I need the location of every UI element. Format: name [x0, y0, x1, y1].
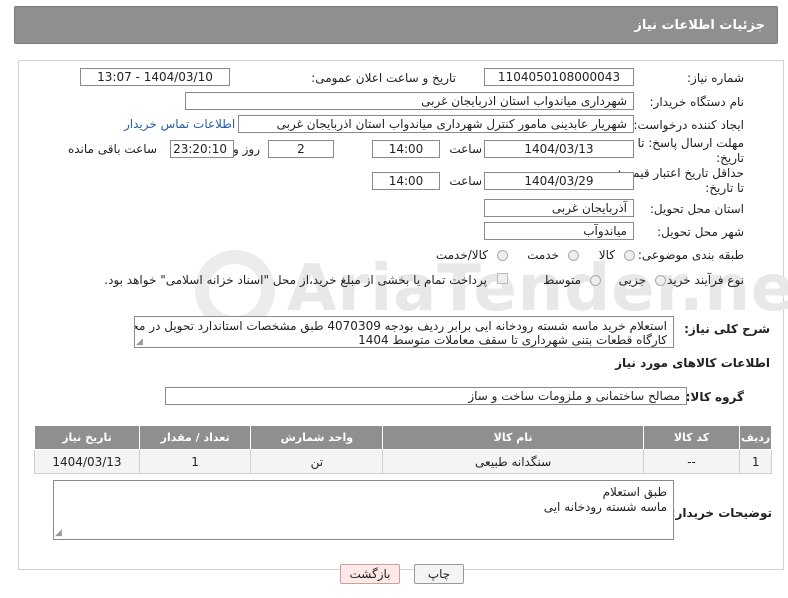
price-deadline-date: 1404/03/29: [484, 172, 634, 190]
notes-resize-grip-icon: ◢: [55, 528, 62, 538]
process-label: نوع فرآیند خرید :: [659, 273, 744, 287]
goods-info-title: اطلاعات کالاهای مورد نیاز: [615, 356, 770, 370]
reply-time-label: ساعت: [449, 142, 482, 156]
reply-deadline-label: مهلت ارسال پاسخ: تا تاریخ:: [637, 136, 744, 166]
col-name: نام کالا: [382, 425, 644, 450]
price-deadline-label: حداقل تاریخ اعتبار قیمت: تا تاریخ:: [617, 166, 744, 196]
delivery-city-label: شهر محل تحویل:: [657, 225, 744, 239]
reply-deadline-date: 1404/03/13: [484, 140, 634, 158]
col-unit: واحد شمارش: [250, 425, 384, 450]
category-radio-service[interactable]: [568, 250, 579, 261]
buyer-notes-line-2: ماسه شسته رودخانه ایی: [543, 500, 667, 514]
cell-date: 1404/03/13: [34, 449, 140, 474]
process-option-minor: جزیی: [618, 273, 646, 287]
cell-unit: تن: [250, 449, 384, 474]
treasury-payment-note: پرداخت تمام یا بخشی از مبلغ خرید،از محل …: [104, 273, 487, 287]
summary-label: شرح کلی نیاز:: [684, 322, 770, 336]
col-qty: تعداد / مقدار: [138, 425, 252, 450]
buyer-org-field: شهرداری میاندواب استان اذربایجان غربی: [185, 92, 634, 110]
need-number-field: 1104050108000043: [484, 68, 634, 86]
delivery-city-field: میاندوآب: [484, 222, 634, 240]
reply-remaining-label: ساعت باقی مانده: [67, 142, 157, 156]
announce-label: تاریخ و ساعت اعلان عمومی:: [311, 71, 456, 85]
reply-deadline-label-line1: مهلت ارسال پاسخ: تا: [637, 136, 744, 150]
col-code: کد کالا: [642, 425, 741, 450]
treasury-payment-checkbox[interactable]: [497, 273, 508, 284]
cell-row: 1: [739, 449, 772, 474]
buyer-notes-line-1: طبق استعلام: [602, 485, 667, 499]
buyer-org-label: نام دستگاه خریدار:: [649, 95, 745, 109]
category-radio-goods[interactable]: [624, 250, 635, 261]
col-row: ردیف: [739, 425, 772, 450]
creator-field: شهریار عابدینی مامور کنترل شهرداری میاند…: [238, 115, 634, 133]
reply-deadline-label-line2: تاریخ:: [716, 151, 744, 165]
reply-deadline-time: 14:00: [372, 140, 440, 158]
reply-remaining-field: 23:20:10: [170, 140, 234, 158]
back-button[interactable]: بازگشت: [340, 564, 400, 584]
process-radio-minor[interactable]: [655, 275, 666, 286]
price-deadline-label-line1: حداقل تاریخ اعتبار قیمت:: [617, 166, 744, 180]
summary-textarea: استعلام خرید ماسه شسته رودخانه ایی برابر…: [134, 316, 674, 348]
goods-table-header: ردیف کد کالا نام کالا واحد شمارش تعداد /…: [34, 425, 772, 450]
process-radio-medium[interactable]: [590, 275, 601, 286]
watermark-text: AriaTender.net: [287, 252, 788, 326]
need-number-label: شماره نیاز:: [687, 71, 744, 85]
delivery-province-field: آذربایجان غربی: [484, 199, 634, 217]
category-option-service: خدمت: [527, 248, 559, 262]
creator-label: ایجاد کننده درخواست:: [633, 118, 744, 132]
reply-days-field: 2: [268, 140, 334, 158]
goods-table: ردیف کد کالا نام کالا واحد شمارش تعداد /…: [34, 425, 772, 474]
category-radio-goods-service[interactable]: [497, 250, 508, 261]
cell-name: سنگدانه طبیعی: [382, 449, 644, 474]
cell-code: --: [642, 449, 741, 474]
table-row: 1 -- سنگدانه طبیعی تن 1 1404/03/13: [34, 449, 772, 474]
category-label: طبقه بندی موضوعی:: [637, 248, 744, 262]
reply-days-label: روز و: [233, 142, 260, 156]
goods-group-field: مصالح ساختمانی و ملزومات ساخت و ساز: [165, 387, 687, 405]
price-deadline-label-line2: تا تاریخ:: [705, 181, 744, 195]
price-deadline-time: 14:00: [372, 172, 440, 190]
goods-group-label: گروه کالا:: [685, 390, 744, 404]
process-option-medium: متوسط: [543, 273, 581, 287]
delivery-province-label: استان محل تحویل:: [649, 202, 744, 216]
page-title: جزئیات اطلاعات نیاز: [634, 18, 765, 33]
cell-qty: 1: [138, 449, 252, 474]
col-date: تاریخ نیاز: [34, 425, 140, 450]
category-option-goods: کالا: [598, 248, 615, 262]
buyer-contact-link[interactable]: اطلاعات تماس خریدار: [124, 117, 235, 131]
buyer-notes-textarea: طبق استعلام ماسه شسته رودخانه ایی: [53, 480, 674, 540]
summary-line-1: استعلام خرید ماسه شسته رودخانه ایی برابر…: [134, 319, 667, 333]
print-button[interactable]: چاپ: [414, 564, 464, 584]
price-time-label: ساعت: [449, 174, 482, 188]
buyer-notes-label: توضیحات خریدار:: [670, 506, 772, 520]
announce-field: 1404/03/10 - 13:07: [80, 68, 230, 86]
resize-grip-icon: ◢: [136, 337, 143, 347]
category-option-goods-service: کالا/خدمت: [435, 248, 488, 262]
summary-line-2: کارگاه قطعات بتنی شهرداری تا سقف معاملات…: [358, 333, 667, 347]
page-header: جزئیات اطلاعات نیاز: [14, 6, 778, 44]
